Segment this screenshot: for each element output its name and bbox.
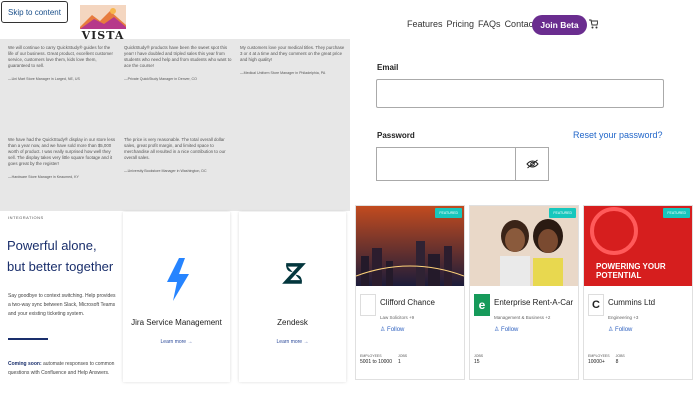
email-label: Email [377,63,399,72]
testimonial-author: —Uni Mart Store Manager in Larged, NE, U… [8,77,80,81]
company-name: Clifford Chance [380,298,435,307]
password-label: Password [377,131,415,140]
integrations-description: Say goodbye to context switching. Help p… [8,293,116,317]
stat-value: 15 [474,359,480,365]
zendesk-icon [282,263,306,284]
company-image: FEATURED [470,206,578,286]
testimonial-quote: We will continue to carry QuickStudy® gu… [8,45,113,68]
stat-value: 10000+ [588,359,605,365]
toggle-password-visibility-button[interactable] [515,147,549,181]
learn-more-link[interactable]: Learn more → [239,339,346,345]
follow-button[interactable]: ♙ Follow [380,326,404,333]
featured-badge: FEATURED [663,208,690,218]
company-image: FEATURED POWERING YOUR POTENTIAL [584,206,692,286]
testimonial-quote: We have had the QuickStudy® display in o… [8,137,116,166]
clifford-chance-logo [360,294,376,316]
reset-password-link[interactable]: Reset your password? [573,130,663,140]
company-meta: Law Solicitors +9 [380,315,415,320]
learn-more-link[interactable]: Learn more → [123,339,230,345]
stat-label: EMPLOYEES [360,354,382,358]
skip-to-content-button[interactable]: Skip to content [1,1,68,23]
nav-pricing[interactable]: Pricing [447,19,475,29]
integrations-note: Coming soon: automate responses to commo… [8,360,118,378]
company-stats: EMPLOYEES 5001 to 10000 JOBS 1 [360,354,407,365]
company-card[interactable]: FEATURED e Enterprise Rent-A-Car Managem… [469,205,579,380]
company-stats: EMPLOYEES 10000+ JOBS 8 [588,354,625,365]
integrations-eyebrow: INTEGRATIONS [8,215,44,220]
banner-text: POWERING YOUR POTENTIAL [596,262,666,280]
app-name: Jira Service Management [131,318,222,327]
stat-label: JOBS [474,354,484,358]
integrations-heading: Powerful alone, but better together [7,238,114,274]
stat-value: 8 [615,359,619,365]
testimonial-author: —Hardware Store Manager in Keaumed, KY [8,175,79,179]
testimonial-item: The price is very reasonable. The total … [124,137,232,174]
stat-label: JOBS [397,354,408,358]
company-card[interactable]: FEATURED POWERING YOUR POTENTIAL C Cummi… [583,205,693,380]
company-meta: Management & Business +2 [494,315,551,320]
follow-icon: ♙ [380,327,388,333]
join-beta-button[interactable]: Join Beta [532,15,587,35]
company-card[interactable]: FEATURED Clifford Chance Law Solicitors … [355,205,465,380]
stat-value: 1 [397,359,401,365]
featured-badge: FEATURED [549,208,576,218]
testimonial-item: We will continue to carry QuickStudy® gu… [8,45,116,82]
testimonial-item: My customers love your medical titles. T… [240,45,348,76]
lightning-icon [167,258,189,301]
divider [8,338,48,340]
eye-off-icon [525,159,539,169]
testimonials-section: We will continue to carry QuickStudy® gu… [0,39,350,211]
nav-contact[interactable]: Contact [505,19,536,29]
password-field[interactable] [376,147,515,181]
company-stats: JOBS 15 [474,354,483,365]
app-card-jira[interactable]: Jira Service Management Learn more → [123,212,230,382]
testimonial-item: QuickStudy® products have been the sweet… [124,45,232,82]
stat-label: EMPLOYEES [588,354,610,358]
testimonial-author: —Medical Uniform Store Manager in Philad… [240,71,326,75]
follow-button[interactable]: ♙ Follow [494,326,518,333]
testimonial-quote: QuickStudy® products have been the sweet… [124,45,232,68]
enterprise-logo: e [474,294,490,316]
company-name: Enterprise Rent-A-Car [494,298,574,307]
app-name: Zendesk [277,318,308,327]
note-highlight: Coming soon: [8,361,42,367]
stat-label: JOBS [615,354,625,358]
testimonial-author: —Private QuickStudy Manager in Denver, C… [124,77,197,81]
testimonial-item: We have had the QuickStudy® display in o… [8,137,116,180]
nav-features[interactable]: Features [407,19,443,29]
email-field[interactable] [376,79,664,108]
company-name: Cummins Ltd [608,298,656,307]
cart-icon[interactable] [589,19,598,29]
stat-value: 5001 to 10000 [360,359,392,365]
testimonial-author: —University Bookstore Manager in Washing… [124,169,207,173]
testimonial-quote: The price is very reasonable. The total … [124,137,226,160]
follow-icon: ♙ [608,327,616,333]
follow-icon: ♙ [494,327,502,333]
follow-button[interactable]: ♙ Follow [608,326,632,333]
cummins-logo: C [588,294,604,316]
app-card-zendesk[interactable]: Zendesk Learn more → [239,212,346,382]
company-image: FEATURED [356,206,464,286]
testimonial-quote: My customers love your medical titles. T… [240,45,345,62]
nav-faqs[interactable]: FAQs [478,19,501,29]
featured-badge: FEATURED [435,208,462,218]
main-nav: Features Pricing FAQs Contact [407,19,536,29]
company-meta: Engineering +3 [608,315,639,320]
